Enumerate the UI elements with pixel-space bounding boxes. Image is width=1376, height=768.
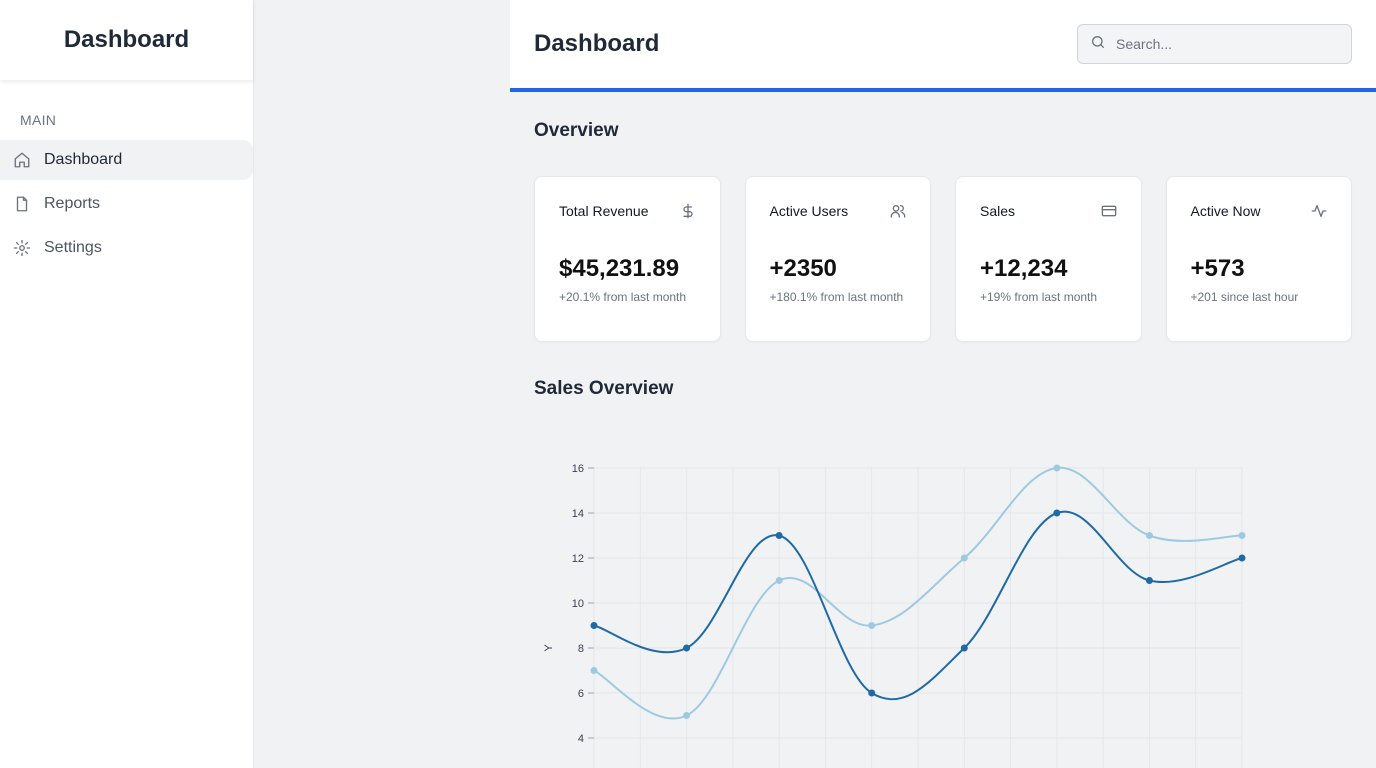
data-point-series-1 [868,689,876,697]
data-point-series-2 [590,667,598,674]
data-point-series-2 [960,554,968,562]
sidebar-item-settings[interactable]: Settings [0,228,253,268]
stat-card-total-revenue: Total Revenue $45,231.89 +20.1% from las… [534,176,721,342]
sidebar-item-reports[interactable]: Reports [0,184,253,224]
stat-cards: Total Revenue $45,231.89 +20.1% from las… [534,176,1352,342]
y-tick-label: 8 [578,643,584,655]
search-box[interactable] [1077,24,1352,64]
gear-icon [12,238,32,258]
card-value: +12,234 [980,255,1068,282]
sidebar: Dashboard MAIN Dashboard Reports Setting… [0,0,254,768]
data-point-series-2 [775,577,783,584]
file-icon [12,194,32,214]
y-tick-label: 12 [572,553,584,565]
y-tick-label: 14 [572,508,584,520]
data-point-series-2 [683,712,691,719]
sidebar-item-label: Reports [44,195,101,212]
card-value: $45,231.89 [559,255,680,282]
data-point-series-2 [1145,532,1153,539]
dollar-icon [680,203,696,219]
y-tick-label: 6 [578,688,584,700]
topbar: Dashboard [510,0,1376,92]
card-value: +2350 [769,255,837,282]
data-point-series-1 [775,532,783,539]
card-subtext: +201 since last hour [1190,290,1299,304]
search-icon [1090,34,1106,55]
sidebar-item-label: Dashboard [44,151,123,168]
y-tick-label: 16 [572,463,584,475]
sales-line-chart: 4 6 8 10 12 14 16 Y [543,463,1246,768]
data-point-series-1 [960,644,968,652]
stat-card-active-users: Active Users +2350 +180.1% from last mon… [744,176,931,342]
card-label: Active Now [1190,203,1261,219]
data-point-series-1 [1145,577,1153,584]
credit-card-icon [1101,203,1117,219]
data-point-series-2 [1053,464,1061,472]
home-icon [12,150,32,170]
card-label: Sales [980,203,1016,219]
search-input[interactable] [1116,36,1336,52]
card-subtext: +180.1% from last month [769,290,904,304]
sidebar-item-dashboard[interactable]: Dashboard [0,140,253,180]
data-point-series-1 [683,644,691,652]
card-value: +573 [1190,255,1245,282]
sales-overview-title: Sales Overview [534,378,674,399]
main-content: Dashboard Overview Total Revenue $45,231… [510,0,1376,768]
page-title: Dashboard [534,30,660,57]
card-label: Total Revenue [559,203,649,219]
users-icon [890,203,906,219]
stat-card-active-now: Active Now +573 +201 since last hour [1165,176,1352,342]
sidebar-item-label: Settings [44,239,102,256]
y-axis-label: Y [543,644,555,652]
data-point-series-1 [1053,509,1061,517]
sidebar-brand: Dashboard [0,0,253,80]
sidebar-section-label: MAIN [20,112,57,128]
data-point-series-2 [868,622,876,629]
data-point-series-2 [1238,532,1246,539]
y-tick-label: 4 [578,733,584,745]
stat-card-sales: Sales +12,234 +19% from last month [955,176,1142,342]
y-tick-label: 10 [572,598,584,610]
card-subtext: +20.1% from last month [559,290,687,304]
card-subtext: +19% from last month [980,290,1098,304]
sales-chart: 4 6 8 10 12 14 16 Y [534,440,1294,768]
activity-icon [1311,203,1327,219]
sidebar-nav: Dashboard Reports Settings [0,140,253,268]
overview-title: Overview [534,120,619,141]
card-label: Active Users [769,203,849,219]
data-point-series-1 [590,622,598,629]
data-point-series-1 [1238,554,1246,562]
